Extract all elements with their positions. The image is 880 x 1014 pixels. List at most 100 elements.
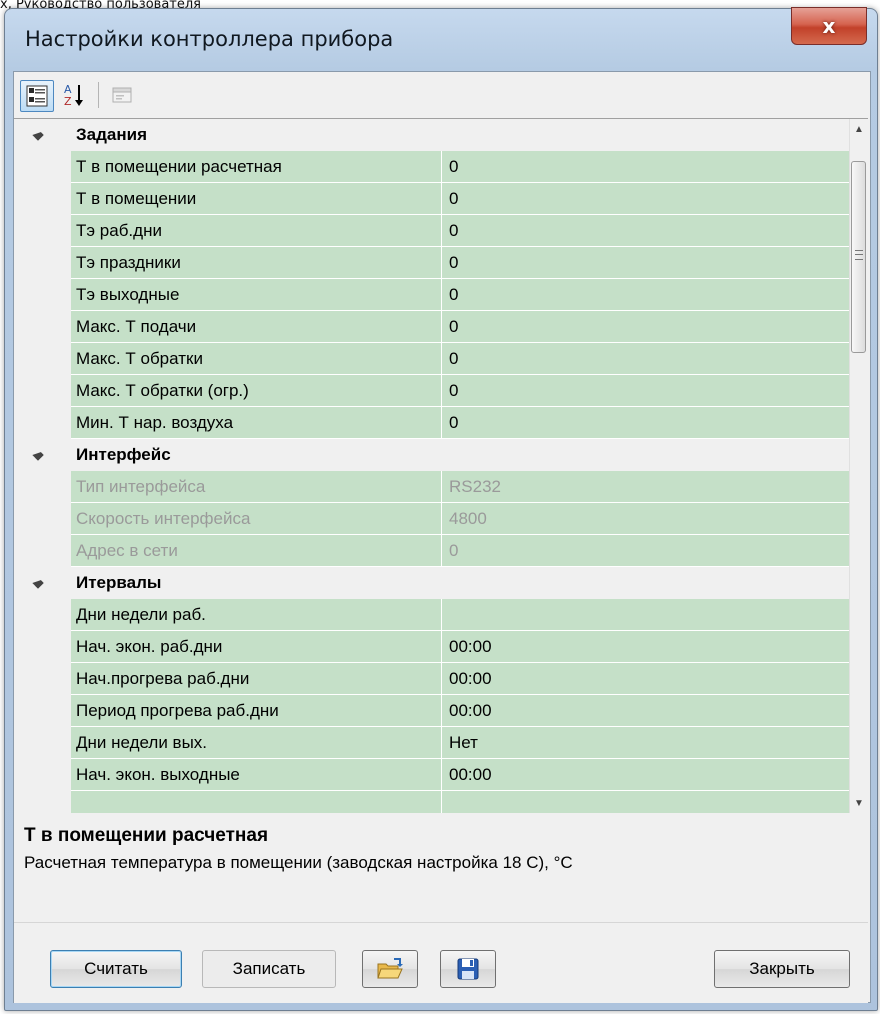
property-value[interactable]: 0 bbox=[442, 215, 850, 247]
property-row-disabled[interactable]: Адрес в сети 0 bbox=[14, 535, 850, 567]
row-gutter bbox=[14, 759, 71, 791]
property-grid[interactable]: Задания Т в помещении расчетная 0 Т в пом… bbox=[14, 118, 868, 814]
property-name: Макс. Т обратки bbox=[71, 343, 442, 375]
property-value[interactable]: 0 bbox=[442, 311, 850, 343]
property-value: 0 bbox=[442, 535, 850, 567]
property-value[interactable]: 00:00 bbox=[442, 759, 850, 791]
property-name: Макс. Т подачи bbox=[71, 311, 442, 343]
property-name: Нач. экон. выходные bbox=[71, 759, 442, 791]
property-name: Т в помещении расчетная bbox=[71, 151, 442, 183]
property-row[interactable]: Т в помещении 0 bbox=[14, 183, 850, 215]
close-button[interactable]: Закрыть bbox=[714, 950, 850, 988]
property-value[interactable] bbox=[442, 599, 850, 631]
property-name: Адрес в сети bbox=[71, 535, 442, 567]
row-gutter bbox=[14, 503, 71, 535]
collapse-triangle-icon[interactable] bbox=[32, 449, 44, 461]
row-gutter bbox=[14, 535, 71, 567]
row-gutter bbox=[14, 247, 71, 279]
property-name bbox=[71, 791, 442, 813]
category-title: Интерфейс bbox=[76, 445, 171, 464]
row-gutter bbox=[14, 311, 71, 343]
property-row[interactable]: Тэ раб.дни 0 bbox=[14, 215, 850, 247]
property-row[interactable]: Нач.прогрева раб.дни 00:00 bbox=[14, 663, 850, 695]
property-row[interactable]: Нач. экон. выходные 00:00 bbox=[14, 759, 850, 791]
write-button[interactable]: Записать bbox=[202, 950, 336, 988]
property-value[interactable]: 0 bbox=[442, 247, 850, 279]
category-title: Задания bbox=[76, 125, 147, 144]
property-row[interactable]: Макс. Т подачи 0 bbox=[14, 311, 850, 343]
property-name: Нач. экон. раб.дни bbox=[71, 631, 442, 663]
row-gutter bbox=[14, 151, 71, 183]
read-button[interactable]: Считать bbox=[50, 950, 182, 988]
property-pages-icon bbox=[112, 87, 132, 103]
category-interfeys[interactable]: Интерфейс bbox=[14, 439, 850, 471]
collapse-triangle-icon[interactable] bbox=[32, 577, 44, 589]
row-gutter bbox=[14, 279, 71, 311]
property-grid-toolbar: A Z bbox=[14, 72, 868, 118]
help-title: Т в помещении расчетная bbox=[24, 825, 269, 846]
property-value[interactable]: 0 bbox=[442, 407, 850, 439]
property-name: Нач.прогрева раб.дни bbox=[71, 663, 442, 695]
property-row[interactable]: Т в помещении расчетная 0 bbox=[14, 151, 850, 183]
row-gutter bbox=[14, 343, 71, 375]
property-row[interactable]: Макс. Т обратки (огр.) 0 bbox=[14, 375, 850, 407]
property-name: Дни недели раб. bbox=[71, 599, 442, 631]
open-file-button[interactable] bbox=[362, 950, 418, 988]
svg-text:Z: Z bbox=[64, 95, 72, 108]
property-value[interactable]: 0 bbox=[442, 279, 850, 311]
sort-az-icon: A Z bbox=[64, 83, 83, 108]
property-row[interactable]: Тэ выходные 0 bbox=[14, 279, 850, 311]
property-row[interactable]: Дни недели вых. Нет bbox=[14, 727, 850, 759]
property-value[interactable]: 00:00 bbox=[442, 695, 850, 727]
property-value[interactable]: 0 bbox=[442, 375, 850, 407]
property-row-disabled[interactable]: Тип интерфейса RS232 bbox=[14, 471, 850, 503]
property-name: Скорость интерфейса bbox=[71, 503, 442, 535]
button-bar: Считать Записать Закрыть bbox=[14, 922, 868, 1003]
property-value[interactable]: 0 bbox=[442, 343, 850, 375]
property-pages-button[interactable] bbox=[106, 80, 138, 110]
vertical-scrollbar[interactable]: ▲ ▼ bbox=[849, 119, 868, 813]
sort-alphabetical-button[interactable]: A Z bbox=[58, 80, 90, 110]
property-name: Тэ выходные bbox=[71, 279, 442, 311]
row-gutter bbox=[14, 375, 71, 407]
property-row[interactable]: Дни недели раб. bbox=[14, 599, 850, 631]
property-row[interactable]: Тэ праздники 0 bbox=[14, 247, 850, 279]
category-itervaly[interactable]: Итервалы bbox=[14, 567, 850, 599]
settings-dialog: Настройки контроллера прибора x A Z Зада… bbox=[4, 7, 878, 1011]
scroll-down-arrow-icon[interactable]: ▼ bbox=[850, 793, 868, 813]
property-row[interactable]: Мин. Т нар. воздуха 0 bbox=[14, 407, 850, 439]
toolbar-separator bbox=[98, 82, 99, 108]
property-value[interactable]: 0 bbox=[442, 151, 850, 183]
category-title: Итервалы bbox=[76, 573, 162, 592]
scrollbar-thumb[interactable] bbox=[851, 161, 866, 353]
row-gutter bbox=[14, 215, 71, 247]
property-name: Период прогрева раб.дни bbox=[71, 695, 442, 727]
property-name: Макс. Т обратки (огр.) bbox=[71, 375, 442, 407]
row-gutter bbox=[14, 663, 71, 695]
property-value[interactable] bbox=[442, 791, 850, 813]
scroll-up-arrow-icon[interactable]: ▲ bbox=[850, 119, 868, 139]
collapse-triangle-icon[interactable] bbox=[32, 129, 44, 141]
help-panel: Т в помещении расчетная Расчетная темпер… bbox=[14, 813, 868, 920]
dialog-client-area: A Z Задания Т в помещении расчетная 0 Т … bbox=[13, 71, 871, 1003]
property-row-partial[interactable] bbox=[14, 791, 850, 813]
property-value[interactable]: 00:00 bbox=[442, 663, 850, 695]
category-zadaniya[interactable]: Задания bbox=[14, 119, 850, 151]
property-value[interactable]: Нет bbox=[442, 727, 850, 759]
property-name: Тэ праздники bbox=[71, 247, 442, 279]
save-file-button[interactable] bbox=[440, 950, 496, 988]
row-gutter bbox=[14, 183, 71, 215]
property-row[interactable]: Макс. Т обратки 0 bbox=[14, 343, 850, 375]
property-grid-rows: Задания Т в помещении расчетная 0 Т в пом… bbox=[14, 119, 850, 813]
property-row[interactable]: Нач. экон. раб.дни 00:00 bbox=[14, 631, 850, 663]
categorized-view-button[interactable] bbox=[20, 80, 54, 112]
categorized-view-icon bbox=[26, 85, 48, 107]
property-name: Т в помещении bbox=[71, 183, 442, 215]
property-row-disabled[interactable]: Скорость интерфейса 4800 bbox=[14, 503, 850, 535]
grip-icon bbox=[855, 250, 863, 260]
row-gutter bbox=[14, 599, 71, 631]
property-row[interactable]: Период прогрева раб.дни 00:00 bbox=[14, 695, 850, 727]
close-window-button[interactable]: x bbox=[791, 7, 867, 45]
property-value[interactable]: 00:00 bbox=[442, 631, 850, 663]
property-value[interactable]: 0 bbox=[442, 183, 850, 215]
